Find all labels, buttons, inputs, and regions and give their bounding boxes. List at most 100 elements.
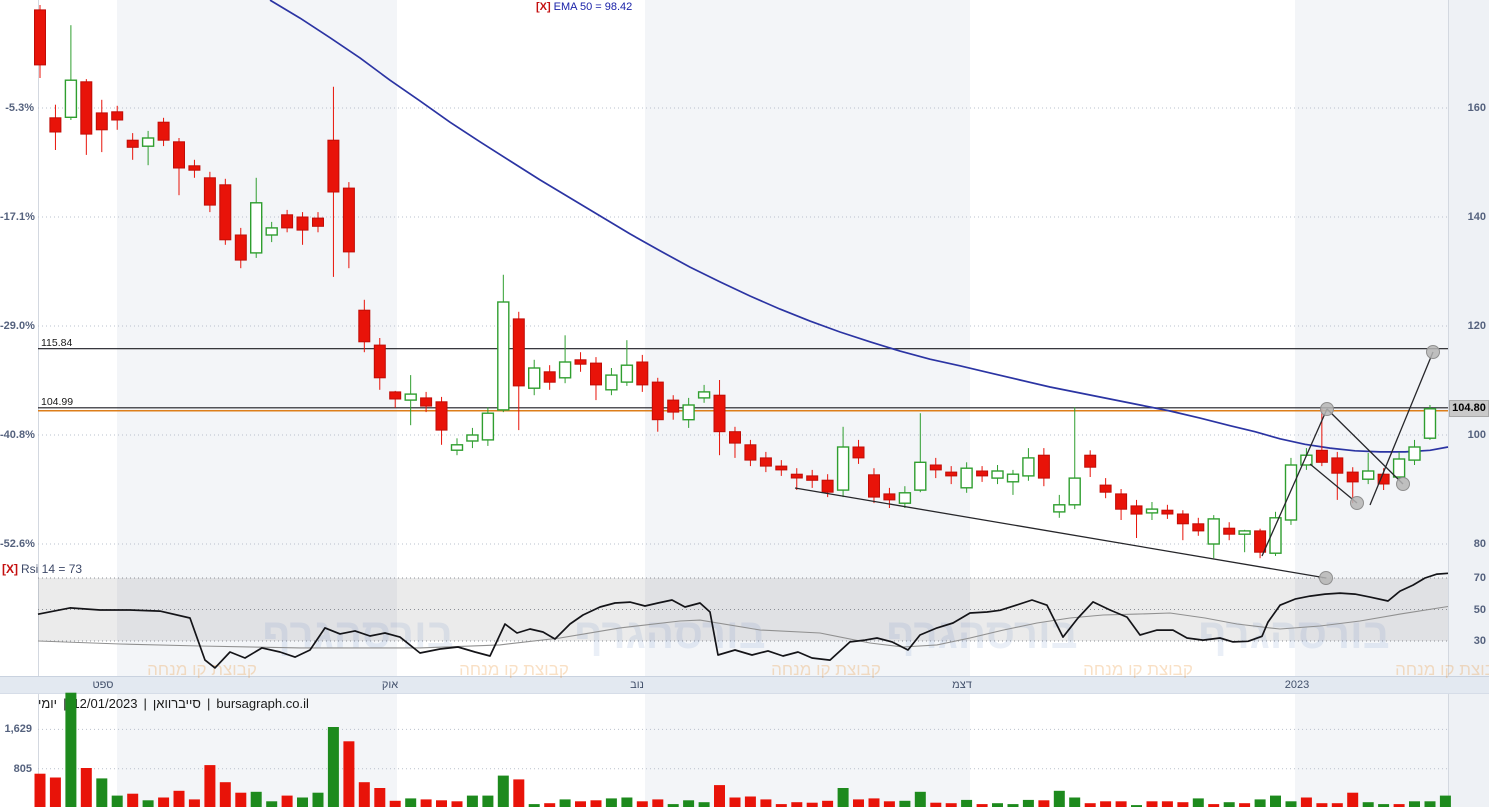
volume-bar bbox=[590, 800, 602, 807]
volume-bar bbox=[65, 692, 77, 807]
volume-bar bbox=[312, 792, 324, 807]
volume-bar bbox=[281, 795, 293, 807]
volume-axis-label: 1,629 bbox=[4, 723, 32, 735]
volume-bar bbox=[930, 802, 942, 807]
volume-bar bbox=[219, 782, 231, 807]
volume-bar bbox=[760, 799, 772, 807]
time-axis-label: 2023 bbox=[1284, 679, 1310, 691]
candle-body bbox=[1037, 454, 1050, 479]
price-axis-label: 160 bbox=[1467, 102, 1486, 114]
candle-body bbox=[667, 399, 680, 413]
candle-body bbox=[775, 465, 788, 471]
volume-bar bbox=[744, 796, 756, 807]
candle-body bbox=[620, 364, 634, 383]
candle-body bbox=[790, 473, 803, 479]
candle-body bbox=[1315, 449, 1328, 463]
candle-body bbox=[435, 401, 448, 431]
brand-subtitle-watermark: קבוצת קו מנחה bbox=[459, 660, 569, 679]
chart-canvas[interactable]: בורסהגרף בורסהגרף בורסהגרף בורסהגרףקבוצת קו… bbox=[0, 0, 1489, 807]
price-axis-label: 80 bbox=[1473, 538, 1486, 550]
candle-body bbox=[605, 374, 618, 391]
ema-indicator-label[interactable]: [X] EMA 50 = 98.42 bbox=[536, 1, 632, 13]
trendline-anchor-handle[interactable] bbox=[1396, 477, 1410, 491]
candle-body bbox=[759, 457, 772, 467]
candle-body bbox=[358, 309, 371, 343]
candle-body bbox=[806, 475, 819, 481]
last-price-tag: 104.80 bbox=[1449, 400, 1489, 417]
volume-bar bbox=[127, 793, 139, 807]
rsi-indicator-label[interactable]: [X] Rsi 14 = 73 bbox=[2, 562, 82, 576]
rsi-remove-button[interactable]: [X] bbox=[2, 562, 18, 576]
volume-bar bbox=[358, 782, 370, 807]
candle-body bbox=[1254, 530, 1267, 553]
trendline-anchor-handle[interactable] bbox=[1426, 345, 1440, 359]
volume-bar bbox=[158, 797, 170, 807]
candle-body bbox=[265, 227, 278, 236]
candle-body bbox=[219, 184, 232, 241]
volume-bar bbox=[204, 765, 216, 807]
candle-body bbox=[528, 367, 541, 389]
volume-bar bbox=[729, 797, 741, 807]
volume-bar bbox=[822, 800, 834, 807]
candle-body bbox=[203, 177, 216, 206]
volume-bar bbox=[1100, 801, 1112, 807]
volume-bar bbox=[1285, 801, 1297, 807]
volume-bar bbox=[837, 788, 849, 807]
candle-body bbox=[296, 216, 309, 231]
ema50-line bbox=[269, 0, 1449, 453]
candle-body bbox=[111, 111, 124, 121]
volume-bar bbox=[945, 803, 957, 807]
candle-body bbox=[945, 471, 958, 477]
candle-body bbox=[1284, 464, 1298, 521]
volume-bar bbox=[1362, 802, 1374, 807]
volume-bar bbox=[1439, 795, 1451, 807]
candle-body bbox=[868, 474, 880, 498]
candle-body bbox=[929, 464, 942, 471]
volume-bar bbox=[1146, 801, 1158, 807]
candle-body bbox=[729, 431, 741, 444]
candle-body bbox=[34, 9, 46, 66]
ema-remove-button[interactable]: [X] bbox=[536, 1, 551, 13]
volume-bar bbox=[1239, 803, 1251, 807]
candle-body bbox=[141, 137, 155, 147]
candle-body bbox=[1084, 454, 1097, 468]
volume-axis-label: 805 bbox=[13, 763, 32, 775]
candle-body bbox=[1423, 408, 1437, 439]
volume-bar bbox=[652, 799, 664, 807]
level-label-lower[interactable]: 104.99 bbox=[41, 395, 73, 409]
brand-subtitle-watermark: קבוצת קו מנחה bbox=[147, 660, 257, 679]
volume-bar bbox=[1347, 792, 1359, 807]
pct-axis-label: -17.1% bbox=[0, 211, 35, 223]
volume-bar bbox=[914, 791, 926, 807]
volume-bar bbox=[327, 727, 339, 807]
candle-body bbox=[1192, 523, 1205, 532]
candle-body bbox=[95, 112, 108, 131]
candle-body bbox=[80, 81, 93, 135]
volume-bar bbox=[605, 798, 617, 807]
trendline-anchor-handle[interactable] bbox=[1320, 402, 1334, 416]
candle-body bbox=[1238, 530, 1251, 535]
trendline-anchor-handle[interactable] bbox=[1350, 496, 1364, 510]
brand-watermark: בורסהגרף bbox=[886, 610, 1077, 657]
candle-body bbox=[481, 412, 495, 441]
trendline-anchor-handle[interactable] bbox=[1319, 571, 1333, 585]
volume-bar bbox=[173, 790, 185, 807]
pct-axis-label: -52.6% bbox=[0, 538, 35, 550]
candle-body bbox=[450, 444, 464, 451]
candle-body bbox=[420, 397, 433, 407]
candle-body bbox=[497, 301, 510, 411]
volume-bar bbox=[961, 799, 973, 807]
level-label-upper[interactable]: 115.84 bbox=[41, 336, 72, 350]
trendline[interactable] bbox=[1261, 408, 1328, 557]
candle-body bbox=[590, 362, 602, 386]
candle-body bbox=[173, 141, 185, 169]
volume-bar bbox=[1300, 797, 1312, 807]
volume-bar bbox=[636, 801, 648, 807]
candle-body bbox=[404, 393, 417, 401]
candle-body bbox=[1207, 518, 1220, 545]
volume-bar bbox=[1038, 800, 1050, 807]
candle-body bbox=[558, 361, 572, 379]
volume-bar bbox=[142, 800, 154, 807]
volume-layer bbox=[34, 692, 1451, 807]
candle-body bbox=[1408, 446, 1421, 461]
